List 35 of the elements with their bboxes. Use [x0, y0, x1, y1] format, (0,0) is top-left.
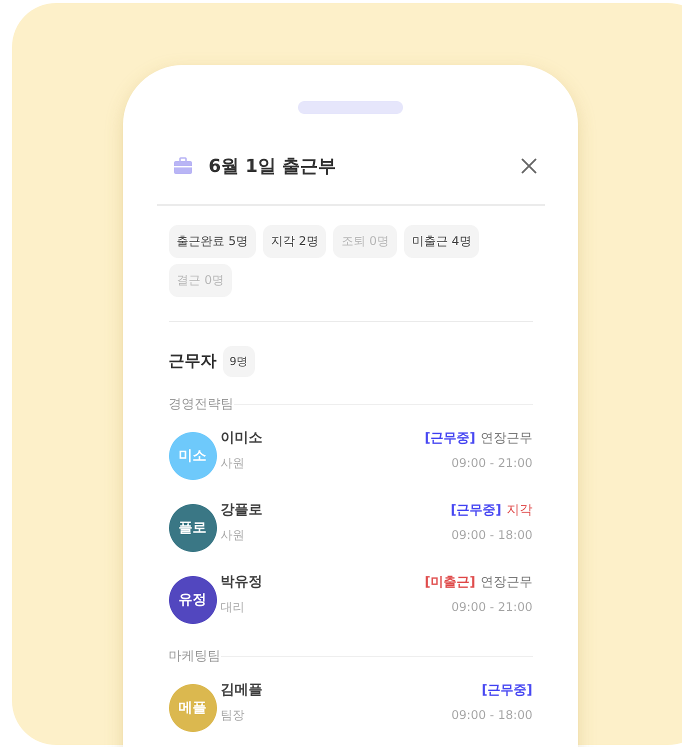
employee-role: 사원	[220, 455, 246, 472]
status-note: 연장근무	[480, 430, 532, 447]
employee-role: 팀장	[220, 707, 246, 724]
summary-chip[interactable]: 미출근 4명	[404, 225, 480, 258]
employee-role: 사원	[220, 527, 246, 544]
status-label: [미출근]	[424, 574, 476, 591]
employee-name: 강플로	[220, 501, 262, 519]
employee-role: 대리	[220, 599, 246, 616]
work-hours: 09:00 - 21:00	[451, 456, 532, 470]
section-title: 근무자	[168, 351, 216, 372]
status-label: [근무중]	[424, 430, 476, 447]
summary-chip[interactable]: 출근완료 5명	[168, 225, 256, 258]
briefcase-icon	[172, 157, 192, 175]
work-hours: 09:00 - 21:00	[451, 600, 532, 614]
status-label: [근무중]	[450, 502, 502, 519]
team-name: 마케팅팀	[168, 648, 220, 665]
work-hours: 09:00 - 18:00	[451, 708, 532, 722]
close-icon	[518, 156, 538, 176]
avatar: 플로	[168, 504, 216, 552]
employee-name: 이미소	[220, 429, 262, 447]
work-hours: 09:00 - 18:00	[451, 528, 532, 542]
avatar: 유정	[168, 576, 216, 624]
avatar: 메플	[168, 684, 216, 732]
summary-chip[interactable]: 지각 2명	[262, 225, 326, 258]
avatar: 미소	[168, 432, 216, 480]
modal-title: 6월 1일 출근부	[208, 155, 338, 178]
team-name: 경영전략팀	[168, 396, 234, 413]
count-badge: 9명	[222, 346, 254, 377]
employee-name: 박유정	[220, 573, 262, 591]
status-note: 연장근무	[480, 574, 532, 591]
close-button[interactable]	[518, 156, 538, 176]
status-label: [근무중]	[482, 682, 532, 699]
employee-name: 김메플	[220, 681, 262, 699]
status-note: 지각	[506, 502, 532, 519]
drag-handle[interactable]	[298, 101, 403, 114]
